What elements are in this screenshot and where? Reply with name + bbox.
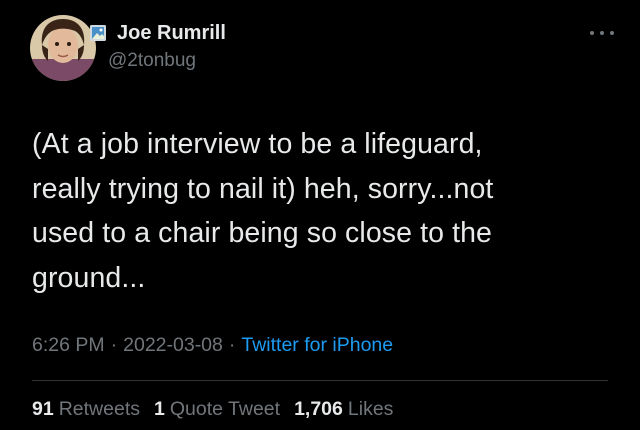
likes-count: 1,706 [294,398,343,420]
retweets-stat[interactable]: 91 Retweets [32,398,140,421]
picture-frame-icon [90,25,106,41]
tweet-meta: 6:26 PM · 2022-03-08 · Twitter for iPhone [32,334,393,357]
author-block: Joe Rumrill @2tonbug [90,20,226,72]
likes-label: Likes [347,398,394,420]
likes-stat[interactable]: 1,706 Likes [294,398,393,421]
tweet-card: Joe Rumrill @2tonbug (At a job interview… [0,0,640,430]
meta-separator: · [110,334,118,356]
quote-tweets-count: 1 [154,398,165,420]
avatar-image [30,15,96,81]
dot [610,31,614,35]
tweet-text: (At a job interview to be a lifeguard, r… [32,128,494,294]
avatar[interactable] [30,15,96,81]
retweets-count: 91 [32,398,54,420]
quote-tweets-stat[interactable]: 1 Quote Tweet [154,398,280,421]
tweet-date[interactable]: 2022-03-08 [123,334,223,356]
tweet-source-link[interactable]: Twitter for iPhone [241,334,393,356]
divider [32,380,608,381]
author-handle[interactable]: @2tonbug [108,50,226,72]
dot [590,31,594,35]
dot [600,31,604,35]
retweets-label: Retweets [58,398,140,420]
quote-tweets-label: Quote Tweet [169,398,281,420]
engagement-stats: 91 Retweets 1 Quote Tweet 1,706 Likes [32,398,407,421]
meta-separator: · [228,334,236,356]
tweet-time[interactable]: 6:26 PM [32,334,105,356]
name-row: Joe Rumrill [90,20,226,46]
more-options-icon[interactable] [590,28,614,38]
author-name[interactable]: Joe Rumrill [117,22,226,45]
